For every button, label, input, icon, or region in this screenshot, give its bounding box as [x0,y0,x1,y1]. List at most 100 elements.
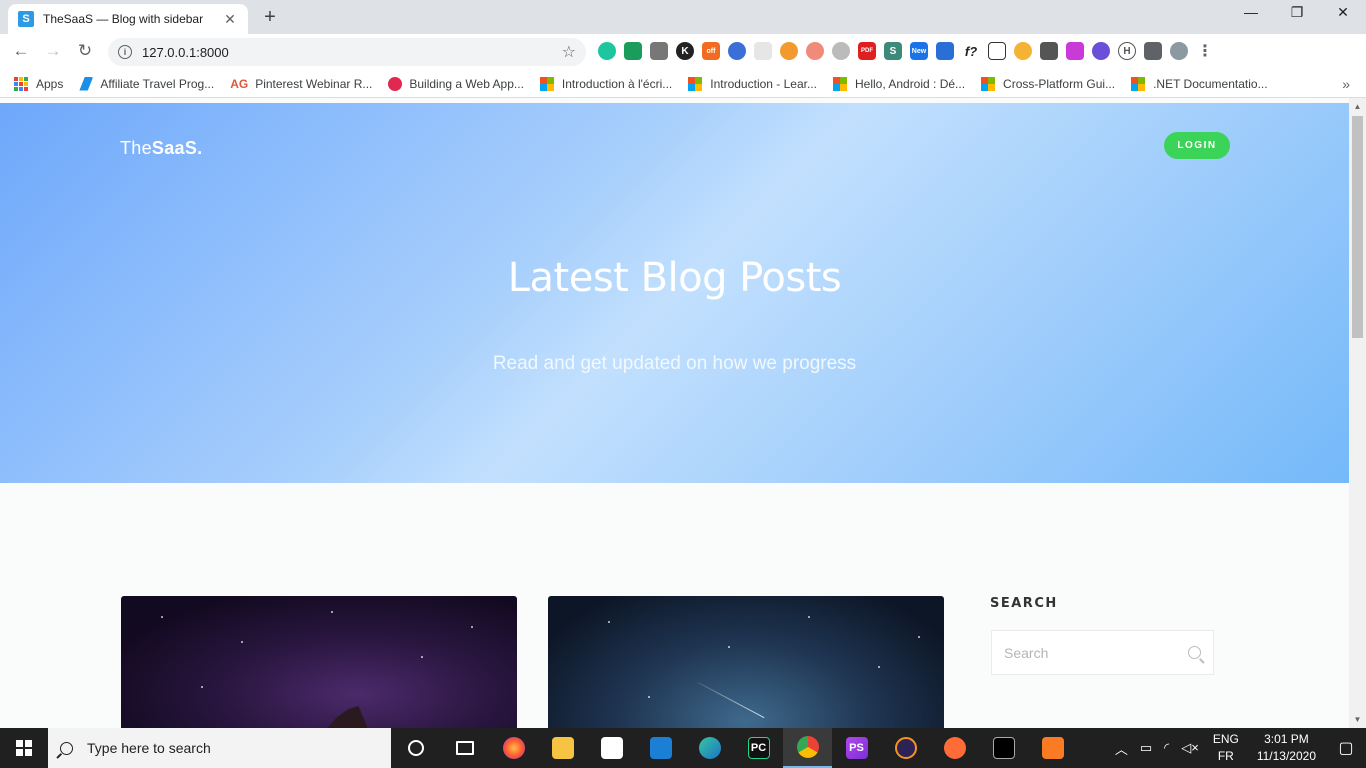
xampp-icon[interactable] [1028,728,1077,768]
forward-button[interactable]: → [42,41,64,61]
meteor-streak [697,682,765,719]
menu-kebab-icon[interactable]: ⋮ [1196,42,1214,60]
eyedropper-extension-icon[interactable] [1040,42,1058,60]
site-info-icon[interactable]: i [118,45,132,59]
minimize-button[interactable]: — [1228,4,1274,20]
blog-post-image[interactable] [548,596,944,728]
firefox-icon[interactable] [489,728,538,768]
wifi-icon[interactable]: ◜ [1164,740,1169,756]
microsoft-icon [539,76,554,91]
rock-silhouette [321,706,371,728]
new-extension-icon[interactable]: New [910,42,928,60]
hero-header: TheSaaS. LOGIN Latest Blog Posts Read an… [0,103,1349,483]
microsoft-icon [1131,76,1146,91]
blog-post-image[interactable] [121,596,517,728]
bookmarks-more-icon[interactable]: » [1342,76,1350,92]
store-icon[interactable] [587,728,636,768]
postman-icon[interactable] [930,728,979,768]
k-extension-icon[interactable]: K [676,42,694,60]
pycharm-icon[interactable]: PC [734,728,783,768]
scroll-down-icon[interactable]: ▼ [1349,715,1366,724]
battery-icon[interactable]: ▭ [1140,740,1152,756]
camera-extension-icon[interactable] [650,42,668,60]
bookmark-label: Building a Web App... [409,76,524,91]
bookmark-label: Introduction à l'écri... [561,76,673,91]
browser-tabbar: S TheSaaS — Blog with sidebar ✕ + — ❐ ✕ [0,0,1366,34]
profile-avatar-icon[interactable] [1170,42,1188,60]
bookmark-pinterest[interactable]: AG Pinterest Webinar R... [230,77,372,91]
bookmark-apps[interactable]: Apps [14,76,63,91]
chevron-up-icon[interactable]: ︿ [1115,739,1128,758]
bookmark-dotnet[interactable]: .NET Documentatio... [1131,76,1268,91]
pdf-extension-icon[interactable]: PDF [858,42,876,60]
font-extension-icon[interactable]: f? [962,42,980,60]
search-input[interactable] [1004,644,1188,661]
new-tab-button[interactable]: + [258,6,282,29]
search-icon[interactable] [1188,646,1201,659]
restore-button[interactable]: ❐ [1274,4,1320,21]
bookmark-intro-ecri[interactable]: Introduction à l'écri... [539,76,673,91]
travel-icon [79,76,94,91]
address-bar[interactable]: i 127.0.0.1:8000 ☆ [108,38,586,66]
mail-icon[interactable] [636,728,685,768]
file-explorer-icon[interactable] [538,728,587,768]
gray-extension-icon[interactable] [832,42,850,60]
notifications-icon[interactable]: ▢ [1326,728,1366,768]
puzzle-blue-extension-icon[interactable] [936,42,954,60]
bookmark-label: Affiliate Travel Prog... [100,76,215,91]
scroll-up-icon[interactable]: ▲ [1349,102,1366,111]
bookmark-label: Cross-Platform Gui... [1003,76,1116,91]
clock[interactable]: 3:01 PM 11/13/2020 [1257,731,1316,765]
apps-grid-icon [14,76,28,91]
rainbow-extension-icon[interactable] [806,42,824,60]
tab-close-icon[interactable]: ✕ [222,11,238,28]
page-scrollbar[interactable]: ▲ ▼ [1349,98,1366,728]
screenshot-extension-icon[interactable] [988,42,1006,60]
task-view-icon[interactable] [440,728,489,768]
login-button[interactable]: LOGIN [1164,132,1230,159]
clock-date: 11/13/2020 [1256,749,1316,763]
robot-extension-icon[interactable] [780,42,798,60]
language-indicator[interactable]: ENG FR [1213,731,1239,765]
cmd-icon[interactable] [979,728,1028,768]
bookmark-building[interactable]: Building a Web App... [388,76,524,91]
close-window-button[interactable]: ✕ [1320,4,1366,21]
back-button[interactable]: ← [10,41,32,61]
sidebar-search-box[interactable] [991,630,1214,675]
eclipse-icon[interactable] [881,728,930,768]
bookmark-label: .NET Documentatio... [1153,76,1268,91]
flag-extension-icon[interactable] [624,42,642,60]
sidebar-search-title: SEARCH [990,596,1058,611]
extensions-puzzle-icon[interactable] [1144,42,1162,60]
scroll-thumb[interactable] [1352,116,1363,338]
taskbar-search[interactable]: Type here to search [48,728,391,768]
volume-muted-icon[interactable]: ◁× [1181,740,1199,756]
blank-extension-icon[interactable] [754,42,772,60]
bookmark-label: Hello, Android : Dé... [854,76,966,91]
system-tray: ︿ ▭ ◜ ◁× ENG FR 3:01 PM 11/13/2020 ▢ [1109,728,1366,768]
browser-tab[interactable]: S TheSaaS — Blog with sidebar ✕ [8,4,248,34]
bookmark-intro-learn[interactable]: Introduction - Lear... [688,76,817,91]
grammarly-icon[interactable] [598,42,616,60]
owl-extension-icon[interactable] [1014,42,1032,60]
ag-icon: AG [230,76,249,91]
start-button[interactable] [0,728,48,768]
s-extension-icon[interactable]: S [884,42,902,60]
phpstorm-icon[interactable]: PS [832,728,881,768]
cortana-icon[interactable] [391,728,440,768]
bookmark-affiliate[interactable]: Affiliate Travel Prog... [79,76,215,91]
bookmark-label: Introduction - Lear... [710,76,817,91]
bookmark-star-icon[interactable]: ☆ [562,42,576,62]
h-extension-icon[interactable]: H [1118,42,1136,60]
bookmark-hello-android[interactable]: Hello, Android : Dé... [832,76,966,91]
vpn-extension-icon[interactable] [728,42,746,60]
reload-button[interactable]: ↻ [74,41,96,61]
coupon-extension-icon[interactable]: off [702,42,720,60]
edge-icon[interactable] [685,728,734,768]
site-logo[interactable]: TheSaaS. [120,138,202,159]
purple-extension-icon[interactable] [1092,42,1110,60]
lang-secondary: FR [1217,749,1234,763]
chrome-icon[interactable] [783,728,832,768]
pink-extension-icon[interactable] [1066,42,1084,60]
bookmark-cross-platform[interactable]: Cross-Platform Gui... [981,76,1116,91]
